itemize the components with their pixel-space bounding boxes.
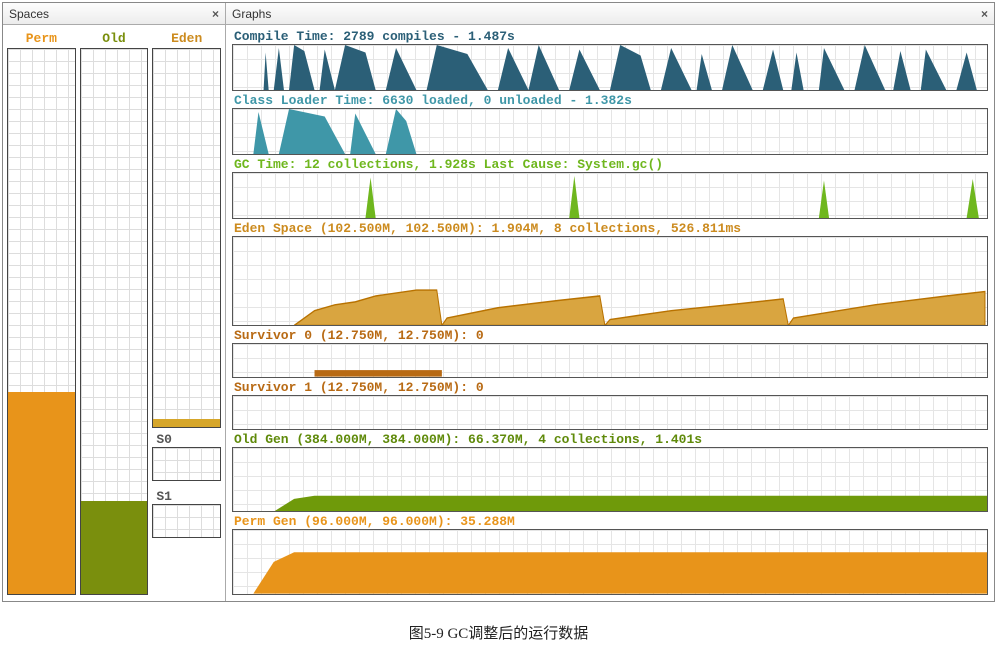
graph-oldgen-area (232, 447, 988, 513)
graph-surv0-title: Survivor 0 (12.750M, 12.750M): 0 (232, 328, 988, 343)
spaces-body: Perm Old Eden S0 S1 (3, 25, 225, 601)
space-col-perm: Perm (7, 31, 76, 595)
graph-permgen-area (232, 529, 988, 595)
graph-eden-title: Eden Space (102.500M, 102.500M): 1.904M,… (232, 221, 988, 236)
graph-eden-area (232, 236, 988, 326)
graph-oldgen: Old Gen (384.000M, 384.000M): 66.370M, 4… (232, 432, 988, 513)
graph-oldgen-title: Old Gen (384.000M, 384.000M): 66.370M, 4… (232, 432, 988, 447)
graph-gc: GC Time: 12 collections, 1.928s Last Cau… (232, 157, 988, 219)
eden-bar-fill (153, 419, 220, 427)
graph-surv1: Survivor 1 (12.750M, 12.750M): 0 (232, 380, 988, 430)
graph-gc-area (232, 172, 988, 219)
graph-classloader: Class Loader Time: 6630 loaded, 0 unload… (232, 93, 988, 155)
graph-surv0-area (232, 343, 988, 378)
graph-surv0: Survivor 0 (12.750M, 12.750M): 0 (232, 328, 988, 378)
graph-permgen-title: Perm Gen (96.000M, 96.000M): 35.288M (232, 514, 988, 529)
close-icon[interactable]: × (212, 7, 219, 21)
spaces-title: Spaces (9, 7, 49, 21)
perm-bar-fill (8, 392, 75, 594)
graph-compile-title: Compile Time: 2789 compiles - 1.487s (232, 29, 988, 44)
s0-label: S0 (156, 432, 172, 447)
graph-permgen: Perm Gen (96.000M, 96.000M): 35.288M (232, 514, 988, 595)
perm-label: Perm (26, 31, 57, 46)
old-label: Old (102, 31, 125, 46)
graph-classloader-title: Class Loader Time: 6630 loaded, 0 unload… (232, 93, 988, 108)
eden-label: Eden (171, 31, 202, 46)
perm-bar (7, 48, 76, 595)
graph-classloader-area (232, 108, 988, 155)
space-col-eden-group: Eden S0 S1 (152, 31, 221, 595)
graph-surv1-title: Survivor 1 (12.750M, 12.750M): 0 (232, 380, 988, 395)
spaces-panel: Spaces × Perm Old Eden S0 (3, 3, 226, 601)
space-col-old: Old (80, 31, 149, 595)
eden-bar (152, 48, 221, 428)
graphs-title: Graphs (232, 7, 271, 21)
graphs-body: Compile Time: 2789 compiles - 1.487s Cla… (226, 25, 994, 601)
graph-compile: Compile Time: 2789 compiles - 1.487s (232, 29, 988, 91)
old-bar (80, 48, 149, 595)
close-icon[interactable]: × (981, 7, 988, 21)
main-container: Spaces × Perm Old Eden S0 (2, 2, 995, 602)
graph-compile-area (232, 44, 988, 91)
graph-surv1-area (232, 395, 988, 430)
s1-label: S1 (156, 489, 172, 504)
figure-caption: 图5-9 GC调整后的运行数据 (0, 622, 997, 643)
graphs-panel: Graphs × Compile Time: 2789 compiles - 1… (226, 3, 994, 601)
old-bar-fill (81, 501, 148, 594)
graph-eden: Eden Space (102.500M, 102.500M): 1.904M,… (232, 221, 988, 326)
spaces-header: Spaces × (3, 3, 225, 25)
s0-bar (152, 447, 221, 481)
s1-bar (152, 504, 221, 538)
graphs-header: Graphs × (226, 3, 994, 25)
graph-gc-title: GC Time: 12 collections, 1.928s Last Cau… (232, 157, 988, 172)
